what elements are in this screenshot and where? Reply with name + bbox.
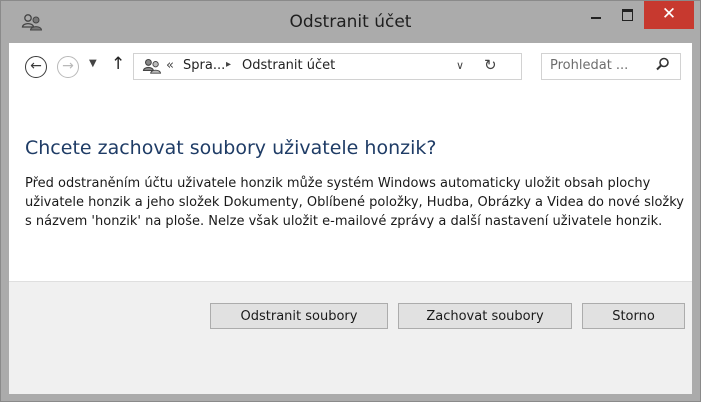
breadcrumb-overflow[interactable]: « xyxy=(166,58,174,73)
users-icon xyxy=(142,57,162,75)
dialog-window: Odstranit účet ✕ ← → ▼ ↑ « Spra... ▸ Ods… xyxy=(0,0,701,402)
dialog-content: Chcete zachovat soubory uživatele honzik… xyxy=(9,91,692,281)
maximize-icon xyxy=(622,9,633,21)
breadcrumb-item[interactable]: Odstranit účet xyxy=(242,58,335,73)
search-icon[interactable] xyxy=(656,57,670,75)
up-arrow-icon[interactable]: ↑ xyxy=(111,54,125,74)
close-icon: ✕ xyxy=(661,4,677,24)
cancel-button[interactable]: Storno xyxy=(582,303,685,329)
minimize-icon xyxy=(591,17,601,19)
maximize-button[interactable] xyxy=(612,1,644,29)
search-placeholder: Prohledat ... xyxy=(550,58,629,73)
description-text: Před odstraněním účtu uživatele honzik m… xyxy=(25,176,684,229)
search-input[interactable]: Prohledat ... xyxy=(541,53,681,80)
breadcrumb[interactable]: « Spra... ▸ Odstranit účet ∨ ↻ xyxy=(133,53,522,80)
delete-files-button[interactable]: Odstranit soubory xyxy=(210,303,388,329)
back-icon[interactable]: ← xyxy=(25,56,47,78)
address-dropdown-icon[interactable]: ∨ xyxy=(456,59,464,72)
keep-files-button[interactable]: Zachovat soubory xyxy=(398,303,572,329)
breadcrumb-separator-icon[interactable]: ▸ xyxy=(226,59,231,70)
button-bar: Odstranit soubory Zachovat soubory Storn… xyxy=(9,281,692,394)
forward-icon[interactable]: → xyxy=(57,56,79,78)
chevron-down-icon[interactable]: ▼ xyxy=(89,58,97,69)
close-button[interactable]: ✕ xyxy=(644,1,694,29)
minimize-button[interactable] xyxy=(580,1,612,29)
refresh-icon[interactable]: ↻ xyxy=(484,56,497,74)
address-bar: ← → ▼ ↑ « Spra... ▸ Odstranit účet ∨ ↻ P… xyxy=(9,43,692,91)
title-bar[interactable]: Odstranit účet ✕ xyxy=(1,1,700,43)
page-title: Chcete zachovat soubory uživatele honzik… xyxy=(25,137,437,159)
breadcrumb-item[interactable]: Spra... xyxy=(183,58,225,73)
